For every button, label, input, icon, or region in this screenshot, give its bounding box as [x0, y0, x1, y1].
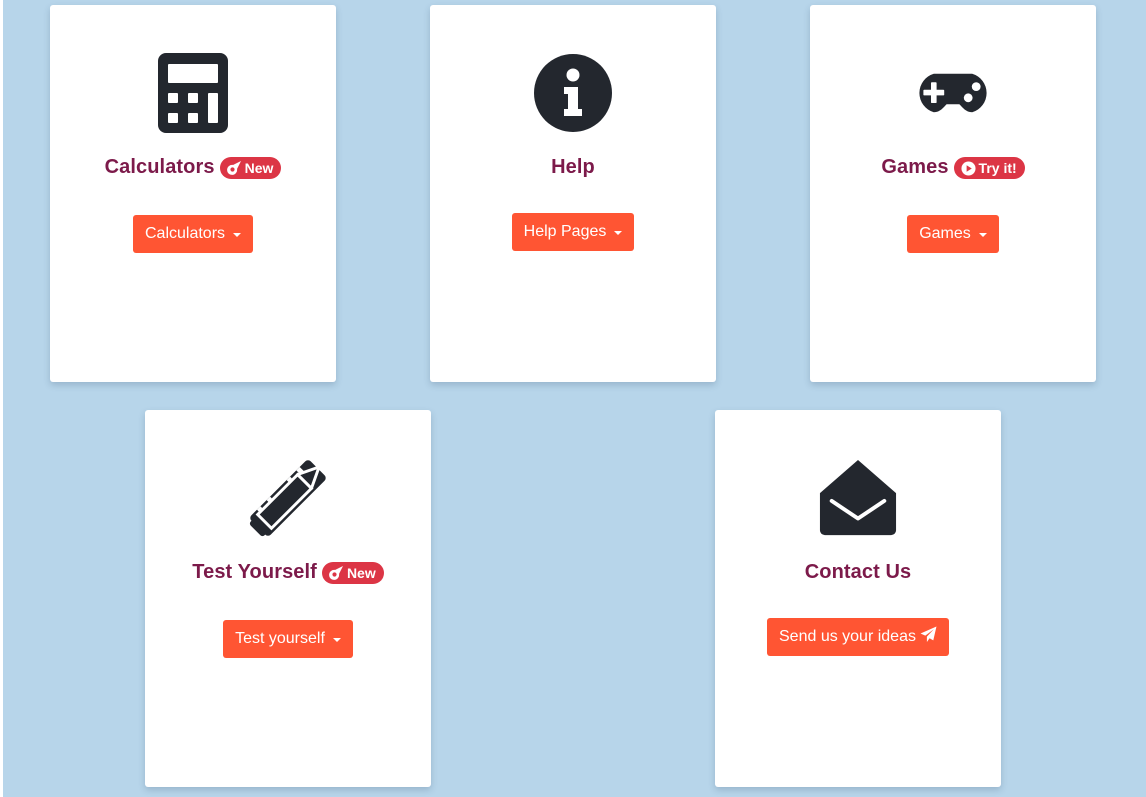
badge-label: New: [346, 565, 376, 581]
pencil-ruler-icon: [248, 458, 328, 538]
meteor-icon: [329, 566, 344, 580]
button-label: Send us your ideas: [779, 628, 916, 645]
caret-down-icon: [614, 230, 623, 235]
card-title: Test Yourself: [192, 561, 317, 583]
button-label: Games: [919, 225, 971, 242]
caret-down-icon: [233, 232, 242, 237]
play-circle-icon: [961, 160, 976, 176]
caret-down-icon: [978, 232, 987, 237]
page: Calculators New Calculators Help Help Pa…: [0, 0, 1146, 797]
badge-label: New: [244, 160, 274, 176]
button-label: Help Pages: [523, 223, 607, 240]
try-it-badge: Try it!: [953, 157, 1025, 179]
card-test-yourself: Test Yourself New Test yourself: [145, 410, 431, 787]
button-label: Test yourself: [235, 630, 325, 647]
left-edge: [0, 0, 3, 797]
info-circle-icon: [533, 53, 613, 133]
help-pages-dropdown-button[interactable]: Help Pages: [511, 213, 635, 251]
caret-down-icon: [332, 637, 341, 642]
badge-label: Try it!: [978, 160, 1017, 176]
send-ideas-button[interactable]: Send us your ideas: [767, 618, 949, 656]
button-label: Calculators: [144, 225, 226, 242]
new-badge: New: [321, 562, 384, 584]
new-badge: New: [219, 157, 282, 179]
card-title: Contact Us: [804, 561, 912, 583]
meteor-icon: [226, 161, 242, 175]
gamepad-icon: [913, 53, 993, 133]
paper-plane-icon: [920, 626, 937, 649]
envelope-open-icon: [818, 458, 898, 538]
card-title: Games: [881, 156, 949, 178]
card-title: Calculators: [104, 156, 215, 178]
calculator-icon: [153, 53, 233, 133]
calculators-dropdown-button[interactable]: Calculators: [132, 215, 254, 253]
card-games: Games Try it! Games: [810, 5, 1096, 382]
card-title: Help: [551, 156, 595, 178]
card-contact-us: Contact Us Send us your ideas: [715, 410, 1001, 787]
card-help: Help Help Pages: [430, 5, 716, 382]
card-calculators: Calculators New Calculators: [50, 5, 336, 382]
test-yourself-dropdown-button[interactable]: Test yourself: [223, 620, 353, 658]
games-dropdown-button[interactable]: Games: [907, 215, 999, 253]
